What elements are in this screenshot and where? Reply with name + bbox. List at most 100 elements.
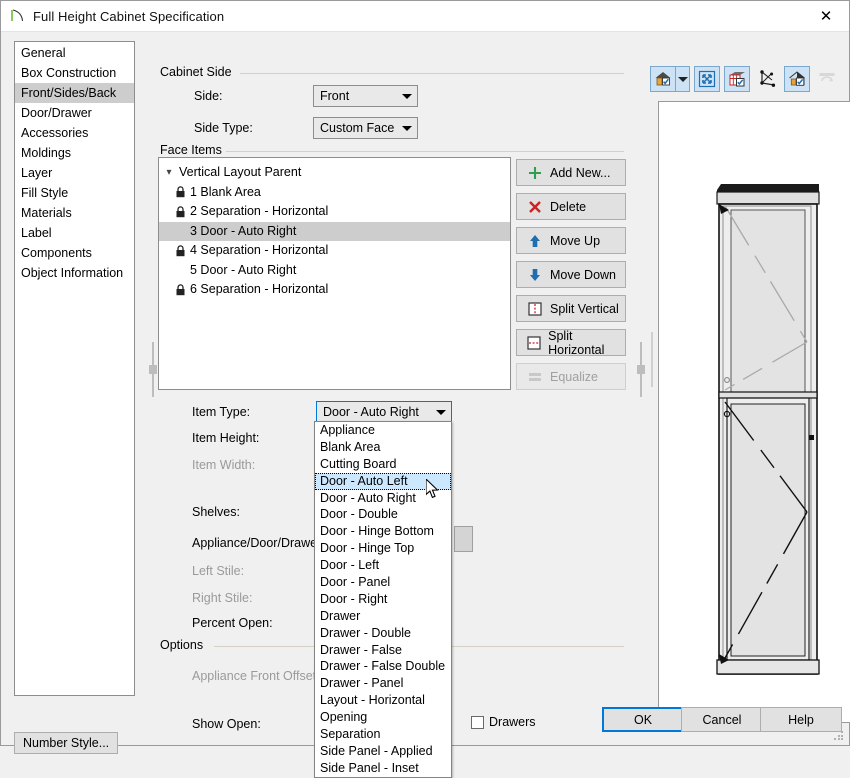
lock-icon [159,206,190,218]
view-mode-dropdown-arrow[interactable] [676,66,690,92]
move-up-button[interactable]: Move Up [516,227,626,254]
dropdown-option-layout-horizontal[interactable]: Layout - Horizontal [315,692,451,709]
cabinet-icon [1,8,33,24]
cabinet-side-group-title: Cabinet Side [158,65,236,79]
x-icon [524,199,546,215]
splitter-right[interactable] [636,32,646,697]
action-label: Equalize [550,369,598,384]
split-vertical-button[interactable]: Split Vertical [516,295,626,322]
dropdown-option-door-double[interactable]: Door - Double [315,506,451,523]
sidebar-item-box-construction[interactable]: Box Construction [15,63,134,83]
item-type-combo[interactable]: Door - Auto Right [316,401,452,423]
sidebar-item-door-drawer[interactable]: Door/Drawer [15,103,134,123]
appliance-front-offset-label: Appliance Front Offset: [192,669,320,683]
dropdown-option-side-panel-inset[interactable]: Side Panel - Inset [315,760,451,777]
dropdown-option-door-hinge-top[interactable]: Door - Hinge Top [315,540,451,557]
face-item-actions: Add New... Delete Move Up Move Down Spli… [516,159,626,397]
action-label: Move Down [550,267,616,282]
hidden-partial-button[interactable] [454,526,473,552]
sidebar-item-layer[interactable]: Layer [15,163,134,183]
dropdown-option-separation[interactable]: Separation [315,726,451,743]
splitter-grip[interactable] [149,365,157,374]
dropdown-option-blank-area[interactable]: Blank Area [315,439,451,456]
preview-scroll-track [651,332,653,387]
dropdown-option-drawer[interactable]: Drawer [315,608,451,625]
resize-grip[interactable] [834,731,844,741]
add-new-button[interactable]: Add New... [516,159,626,186]
side-combo-value: Front [320,89,350,103]
ok-button[interactable]: OK [602,707,684,732]
arrow-up-icon [524,233,546,249]
sidebar-item-object-information[interactable]: Object Information [15,263,134,283]
split-horizontal-button[interactable]: Split Horizontal [516,329,626,357]
dropdown-option-cutting-board[interactable]: Cutting Board [315,456,451,473]
group-divider [226,151,624,152]
category-list[interactable]: General Box Construction Front/Sides/Bac… [14,41,135,696]
split-vertical-icon [524,301,546,317]
dropdown-option-side-panel-applied[interactable]: Side Panel - Applied [315,743,451,760]
delete-button[interactable]: Delete [516,193,626,220]
dropdown-option-drawer-panel[interactable]: Drawer - Panel [315,675,451,692]
fill-window-icon[interactable] [694,66,720,92]
dropdown-option-door-right[interactable]: Door - Right [315,591,451,608]
move-down-button[interactable]: Move Down [516,261,626,288]
cabinet-elevation-drawing [716,184,820,675]
splitter-grip[interactable] [637,365,645,374]
chevron-down-icon[interactable]: ▾ [159,163,179,183]
sidebar-item-materials[interactable]: Materials [15,203,134,223]
tree-item-label: 4 Separation - Horizontal [190,243,329,257]
tree-row[interactable]: 1 Blank Area [159,183,510,203]
arrow-down-icon [524,267,546,283]
sidebar-item-front-sides-back[interactable]: Front/Sides/Back [15,83,134,103]
dropdown-option-door-panel[interactable]: Door - Panel [315,574,451,591]
dropdown-option-drawer-double[interactable]: Drawer - Double [315,625,451,642]
dropdown-option-door-hinge-bottom[interactable]: Door - Hinge Bottom [315,523,451,540]
chevron-down-icon[interactable] [431,409,451,415]
close-icon[interactable]: ✕ [803,1,849,31]
tree-row-selected[interactable]: 3 Door - Auto Right [159,221,510,241]
tree-row[interactable]: ▾ Vertical Layout Parent [159,163,510,183]
glass-house-icon[interactable] [784,66,810,92]
sidebar-item-label[interactable]: Label [15,223,134,243]
tree-row[interactable]: 6 Separation - Horizontal [159,280,510,300]
face-items-group-title: Face Items [158,143,226,157]
dropdown-option-door-left[interactable]: Door - Left [315,557,451,574]
action-label: Move Up [550,233,601,248]
splitter-left[interactable] [148,32,158,697]
help-button[interactable]: Help [760,707,842,732]
tree-item-label: 3 Door - Auto Right [190,223,297,238]
sidebar-item-accessories[interactable]: Accessories [15,123,134,143]
dropdown-option-drawer-false[interactable]: Drawer - False [315,642,451,659]
equalize-button: Equalize [516,363,626,390]
tree-item-label: 6 Separation - Horizontal [190,282,329,296]
cancel-button[interactable]: Cancel [681,707,763,732]
orbit-camera-icon[interactable] [754,66,780,92]
sidebar-item-fill-style[interactable]: Fill Style [15,183,134,203]
action-label: Delete [550,199,587,214]
chevron-down-icon [397,125,417,131]
window-title: Full Height Cabinet Specification [33,8,225,24]
action-label: Add New... [550,165,611,180]
rotate-icon [814,66,840,92]
lock-icon [159,284,190,296]
item-type-dropdown-list[interactable]: Appliance Blank Area Cutting Board Door … [314,421,452,778]
side-type-label: Side Type: [194,121,253,135]
dropdown-option-appliance[interactable]: Appliance [315,422,451,439]
percent-open-label: Percent Open: [192,616,273,630]
side-combo[interactable]: Front [313,85,418,107]
side-type-combo[interactable]: Custom Face [313,117,418,139]
cabinet-preview[interactable] [658,101,850,723]
sidebar-item-moldings[interactable]: Moldings [15,143,134,163]
dimension-view-icon[interactable] [724,66,750,92]
tree-row[interactable]: 5 Door - Auto Right [159,261,510,281]
face-items-tree[interactable]: ▾ Vertical Layout Parent 1 Blank Area 2 … [158,157,511,390]
tree-item-label: 1 Blank Area [190,184,261,199]
sidebar-item-general[interactable]: General [15,43,134,63]
tree-row[interactable]: 4 Separation - Horizontal [159,241,510,261]
dropdown-option-opening[interactable]: Opening [315,709,451,726]
sidebar-item-components[interactable]: Components [15,243,134,263]
dropdown-option-drawer-false-double[interactable]: Drawer - False Double [315,658,451,675]
tree-item-label: 5 Door - Auto Right [190,262,297,277]
view-mode-house-icon[interactable] [650,66,676,92]
tree-row[interactable]: 2 Separation - Horizontal [159,202,510,222]
